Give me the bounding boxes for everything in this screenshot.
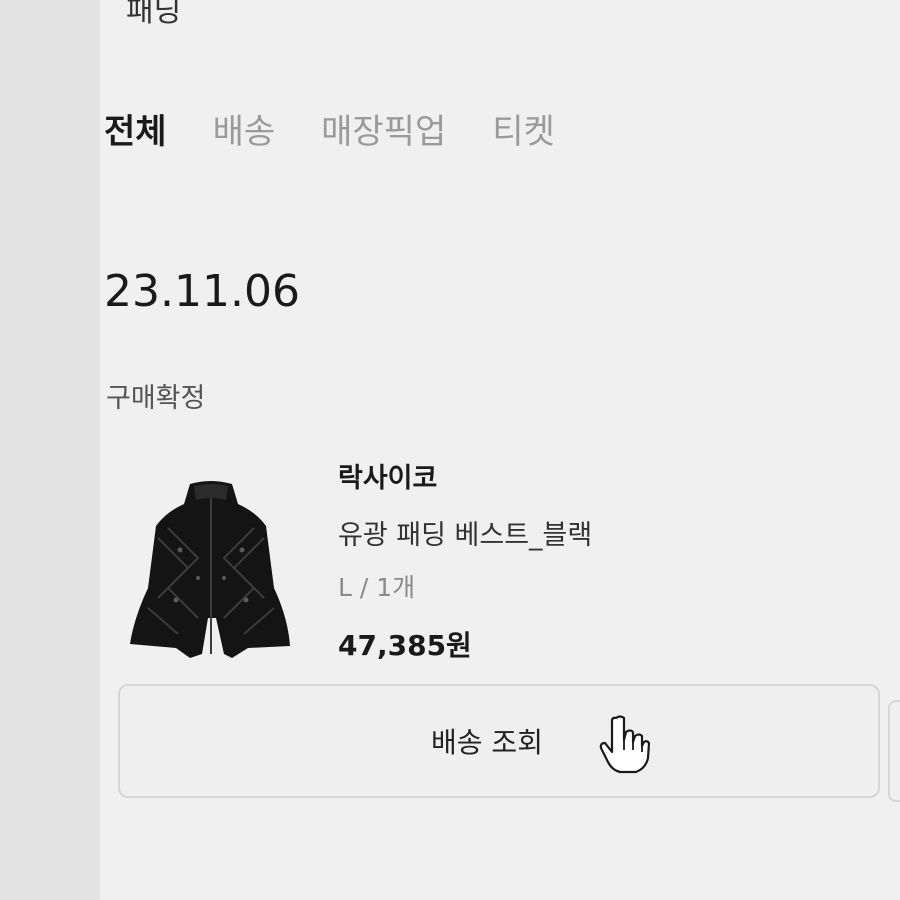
order-filter-tabs: 전체 배송 매장픽업 티켓 — [104, 104, 555, 153]
adjacent-action-button[interactable] — [888, 700, 900, 802]
product-name: 유광 패딩 베스트_블랙 — [338, 520, 593, 551]
tab-ticket[interactable]: 티켓 — [492, 104, 555, 153]
track-delivery-button[interactable]: 배송 조회 — [118, 684, 880, 798]
product-info[interactable]: 락사이코 유광 패딩 베스트_블랙 L / 1개 47,385원 — [338, 456, 592, 664]
track-delivery-label: 배송 조회 — [431, 726, 543, 759]
tab-store-pickup[interactable]: 매장픽업 — [321, 104, 446, 153]
product-option: L / 1개 — [338, 573, 416, 602]
screen: 패딩 전체 배송 매장픽업 티켓 23.11.06 구매확정 락사이코 유광 패… — [0, 0, 900, 900]
product-thumbnail[interactable] — [128, 478, 294, 660]
search-query-text[interactable]: 패딩 — [126, 0, 181, 30]
order-status-label: 구매확정 — [106, 383, 206, 414]
tab-delivery[interactable]: 배송 — [213, 104, 276, 153]
tab-all[interactable]: 전체 — [104, 104, 167, 153]
order-date: 23.11.06 — [104, 266, 300, 317]
hand-pointer-icon — [599, 715, 650, 774]
product-price: 47,385원 — [338, 629, 472, 662]
left-margin — [0, 0, 100, 900]
product-brand: 락사이코 — [338, 463, 438, 494]
